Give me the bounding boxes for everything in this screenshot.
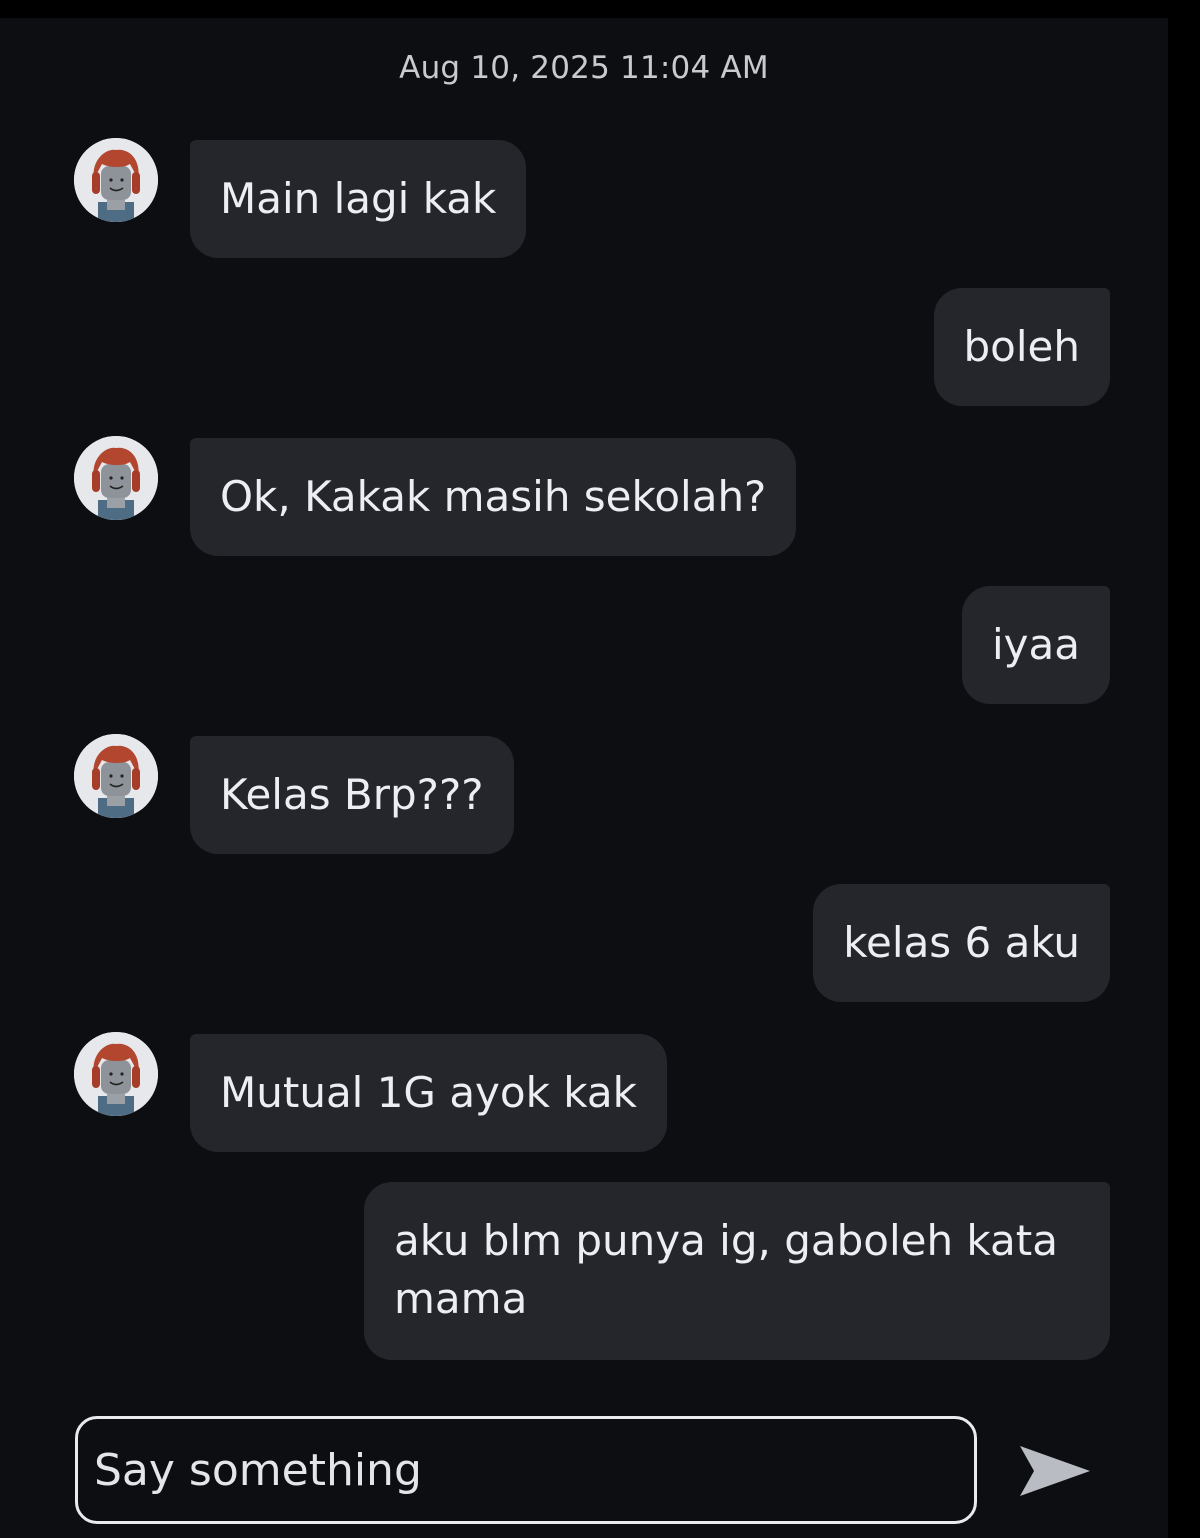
message-input-container[interactable] [75,1416,977,1524]
message-bubble-incoming[interactable]: Ok, Kakak masih sekolah? [190,438,797,556]
message-text: Ok, Kakak masih sekolah? [220,472,767,521]
avatar-icon [74,138,158,222]
avatar-icon [74,1032,158,1116]
message-text: boleh [963,322,1080,371]
message-text: Kelas Brp??? [220,770,484,819]
chat-timestamp: Aug 10, 2025 11:04 AM [399,50,769,86]
message-text: Mutual 1G ayok kak [220,1068,637,1117]
right-gutter [1168,0,1200,1538]
message-bubble-outgoing[interactable]: iyaa [962,586,1110,704]
avatar[interactable] [74,138,158,222]
message-input[interactable] [78,1419,974,1521]
message-text: aku blm punya ig, gaboleh kata mama [394,1216,1058,1323]
message-text: Main lagi kak [220,174,497,223]
message-text: kelas 6 aku [843,918,1080,967]
message-bubble-incoming[interactable]: Kelas Brp??? [190,736,514,854]
avatar[interactable] [74,734,158,818]
chat-screen: Aug 10, 2025 11:04 AM Main lagi kak bole… [0,0,1168,1538]
top-strip [0,0,1168,18]
message-text: iyaa [992,620,1080,669]
send-icon [1020,1446,1090,1496]
avatar[interactable] [74,1032,158,1116]
message-bubble-outgoing[interactable]: kelas 6 aku [813,884,1110,1002]
avatar[interactable] [74,436,158,520]
avatar-icon [74,734,158,818]
avatar-icon [74,436,158,520]
message-bubble-incoming[interactable]: Main lagi kak [190,140,527,258]
send-button[interactable] [1012,1438,1098,1504]
message-bubble-incoming[interactable]: Mutual 1G ayok kak [190,1034,667,1152]
message-bubble-outgoing[interactable]: boleh [933,288,1110,406]
message-bubble-outgoing[interactable]: aku blm punya ig, gaboleh kata mama [364,1182,1110,1360]
